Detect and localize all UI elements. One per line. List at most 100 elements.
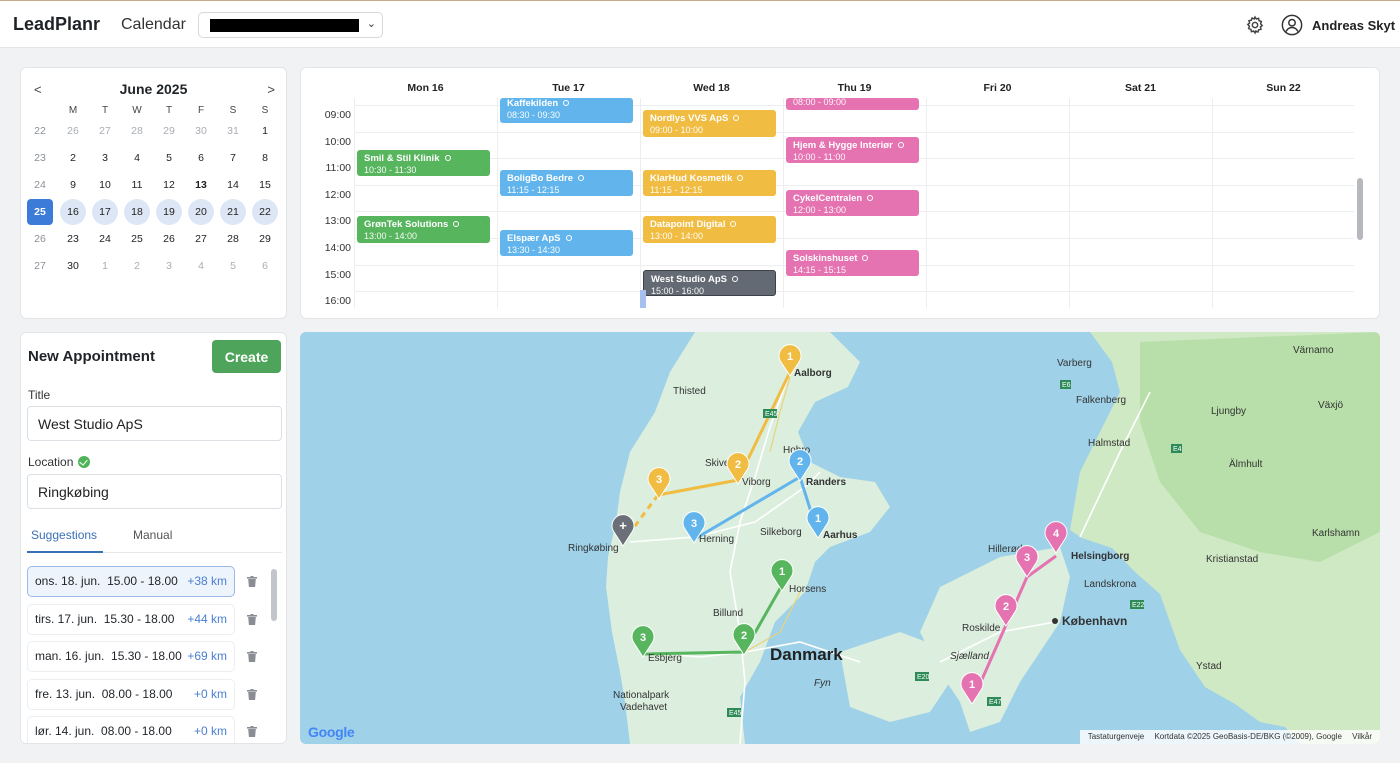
calendar-day[interactable]: 5 (156, 145, 182, 171)
calendar-event[interactable]: 08:00 - 09:00 (786, 98, 919, 110)
suggestion-item[interactable]: ons. 18. jun. 15.00 - 18.00 +38 km (27, 566, 235, 597)
marker-pink-4[interactable]: 4 (1044, 521, 1068, 554)
calendar-event[interactable]: Hjem & Hygge Interiør 10:00 - 11:00 (786, 136, 919, 164)
calendar-day[interactable]: 9 (60, 172, 86, 198)
calendar-day[interactable]: 21 (220, 199, 246, 225)
tab-suggestions[interactable]: Suggestions (31, 528, 97, 542)
calendar-day[interactable]: 4 (188, 253, 214, 279)
calendar-day[interactable]: 2 (60, 145, 86, 171)
calendar-scrollbar-thumb[interactable] (1357, 178, 1363, 240)
calendar-day[interactable]: 5 (220, 253, 246, 279)
calendar-day[interactable]: 18 (124, 199, 150, 225)
calendar-event[interactable]: BoligBo Bedre 11:15 - 12:15 (500, 169, 633, 197)
calendar-event[interactable]: Solskinshuset 14:15 - 15:15 (786, 249, 919, 277)
label-vaxjo: Växjö (1318, 400, 1343, 411)
calendar-day[interactable]: 25 (124, 226, 150, 252)
suggestion-item[interactable]: lør. 14. jun. 08.00 - 18.00 +0 km (27, 716, 235, 743)
create-button[interactable]: Create (212, 340, 281, 373)
calendar-day[interactable]: 23 (60, 226, 86, 252)
map-canvas[interactable]: Aalborg Thisted Hobro Skive Viborg Rande… (300, 332, 1380, 744)
keyboard-shortcuts-link[interactable]: Tastaturgenveje (1088, 732, 1144, 741)
calendar-day[interactable]: 26 (156, 226, 182, 252)
calendar-day[interactable]: 7 (220, 145, 246, 171)
trash-icon[interactable] (247, 651, 257, 662)
calendar-day[interactable]: 31 (220, 118, 246, 144)
calendar-day[interactable]: 2 (124, 253, 150, 279)
capital-dot (1052, 618, 1058, 624)
route-map[interactable]: Aalborg Thisted Hobro Skive Viborg Rande… (300, 332, 1380, 744)
event-time: 15:00 - 16:00 (651, 285, 705, 296)
calendar-event[interactable]: Kaffekilden 08:30 - 09:30 (500, 98, 633, 124)
trash-icon[interactable] (247, 576, 257, 587)
calendar-day[interactable]: 1 (92, 253, 118, 279)
week-number[interactable]: 22 (27, 118, 53, 144)
calendar-day[interactable]: 28 (124, 118, 150, 144)
calendar-day[interactable]: 22 (252, 199, 278, 225)
location-input[interactable] (27, 474, 282, 509)
calendar-event[interactable]: GrønTek Solutions 13:00 - 14:00 (357, 216, 490, 243)
calendar-day[interactable]: 29 (156, 118, 182, 144)
suggestion-item[interactable]: tirs. 17. jun. 15.30 - 18.00 +44 km (27, 603, 235, 635)
map-attribution: Tastaturgenveje Kortdata ©2025 GeoBasis-… (1079, 730, 1380, 744)
nav-calendar-link[interactable]: Calendar (121, 16, 186, 34)
calendar-day[interactable]: 16 (60, 199, 86, 225)
calendar-event[interactable]: KlarHud Kosmetik 11:15 - 12:15 (643, 169, 776, 197)
calendar-event[interactable]: CykelCentralen 12:00 - 13:00 (786, 189, 919, 217)
calendar-day[interactable]: 3 (156, 253, 182, 279)
calendar-day[interactable]: 27 (188, 226, 214, 252)
week-number[interactable]: 27 (27, 253, 53, 279)
calendar-day[interactable]: 8 (252, 145, 278, 171)
user-avatar-icon[interactable] (1281, 14, 1303, 36)
calendar-day[interactable]: 17 (92, 199, 118, 225)
week-number[interactable]: 23 (27, 145, 53, 171)
calendar-event[interactable]: Datapoint Digital 13:00 - 14:00 (643, 216, 776, 243)
trash-icon[interactable] (247, 726, 257, 737)
terms-link[interactable]: Vilkår (1352, 732, 1372, 741)
calendar-day[interactable]: 26 (60, 118, 86, 144)
calendar-day[interactable]: 13 (188, 172, 214, 198)
app-logo[interactable]: LeadPlanr (13, 14, 100, 35)
calendar-day[interactable]: 28 (220, 226, 246, 252)
next-month-button[interactable]: > (267, 82, 275, 97)
calendar-day[interactable]: 4 (124, 145, 150, 171)
calendar-event[interactable]: Elspær ApS 13:30 - 14:30 (500, 229, 633, 257)
calendar-day[interactable]: 10 (92, 172, 118, 198)
calendar-day[interactable]: 12 (156, 172, 182, 198)
calendar-day[interactable]: 11 (124, 172, 150, 198)
calendar-day[interactable]: 3 (92, 145, 118, 171)
calendar-event[interactable]: West Studio ApS 15:00 - 16:00 (643, 269, 776, 297)
calendar-day[interactable]: 15 (252, 172, 278, 198)
calendar-day[interactable]: 6 (188, 145, 214, 171)
suggestion-date: ons. 18. jun. (35, 574, 101, 588)
trash-icon[interactable] (247, 613, 257, 625)
label-silkeborg: Silkeborg (760, 527, 802, 538)
calendar-day[interactable]: 1 (252, 118, 278, 144)
calendar-day[interactable]: 30 (188, 118, 214, 144)
event-title-text: Datapoint Digital (650, 219, 726, 231)
day-header: Thu 19 (837, 82, 872, 94)
calendar-day[interactable]: 24 (92, 226, 118, 252)
calendar-day[interactable]: 20 (188, 199, 214, 225)
suggestion-scrollbar-thumb[interactable] (271, 569, 277, 621)
tab-manual[interactable]: Manual (133, 528, 172, 542)
title-input[interactable] (27, 406, 282, 441)
calendar-day[interactable]: 30 (60, 253, 86, 279)
calendar-select[interactable]: ⌄ (198, 12, 383, 38)
calendar-day[interactable]: 14 (220, 172, 246, 198)
calendar-event[interactable]: Nordlys VVS ApS 09:00 - 10:00 (643, 110, 776, 137)
suggestion-distance: +69 km (187, 649, 227, 663)
gear-icon[interactable] (1245, 15, 1265, 35)
event-time: 11:15 - 12:15 (650, 184, 703, 195)
trash-icon[interactable] (247, 688, 257, 700)
calendar-event[interactable]: Smil & Stil Klinik 10:30 - 11:30 (357, 149, 490, 177)
week-number[interactable]: 24 (27, 172, 53, 198)
suggestion-item[interactable]: fre. 13. jun. 08.00 - 18.00 +0 km (27, 678, 235, 710)
calendar-day[interactable]: 29 (252, 226, 278, 252)
calendar-day[interactable]: 6 (252, 253, 278, 279)
current-week-number[interactable]: 25 (27, 199, 53, 225)
user-name[interactable]: Andreas Skyt (1312, 18, 1395, 33)
calendar-day[interactable]: 19 (156, 199, 182, 225)
calendar-day[interactable]: 27 (92, 118, 118, 144)
suggestion-item[interactable]: man. 16. jun. 15.30 - 18.00 +69 km (27, 641, 235, 672)
week-number[interactable]: 26 (27, 226, 53, 252)
